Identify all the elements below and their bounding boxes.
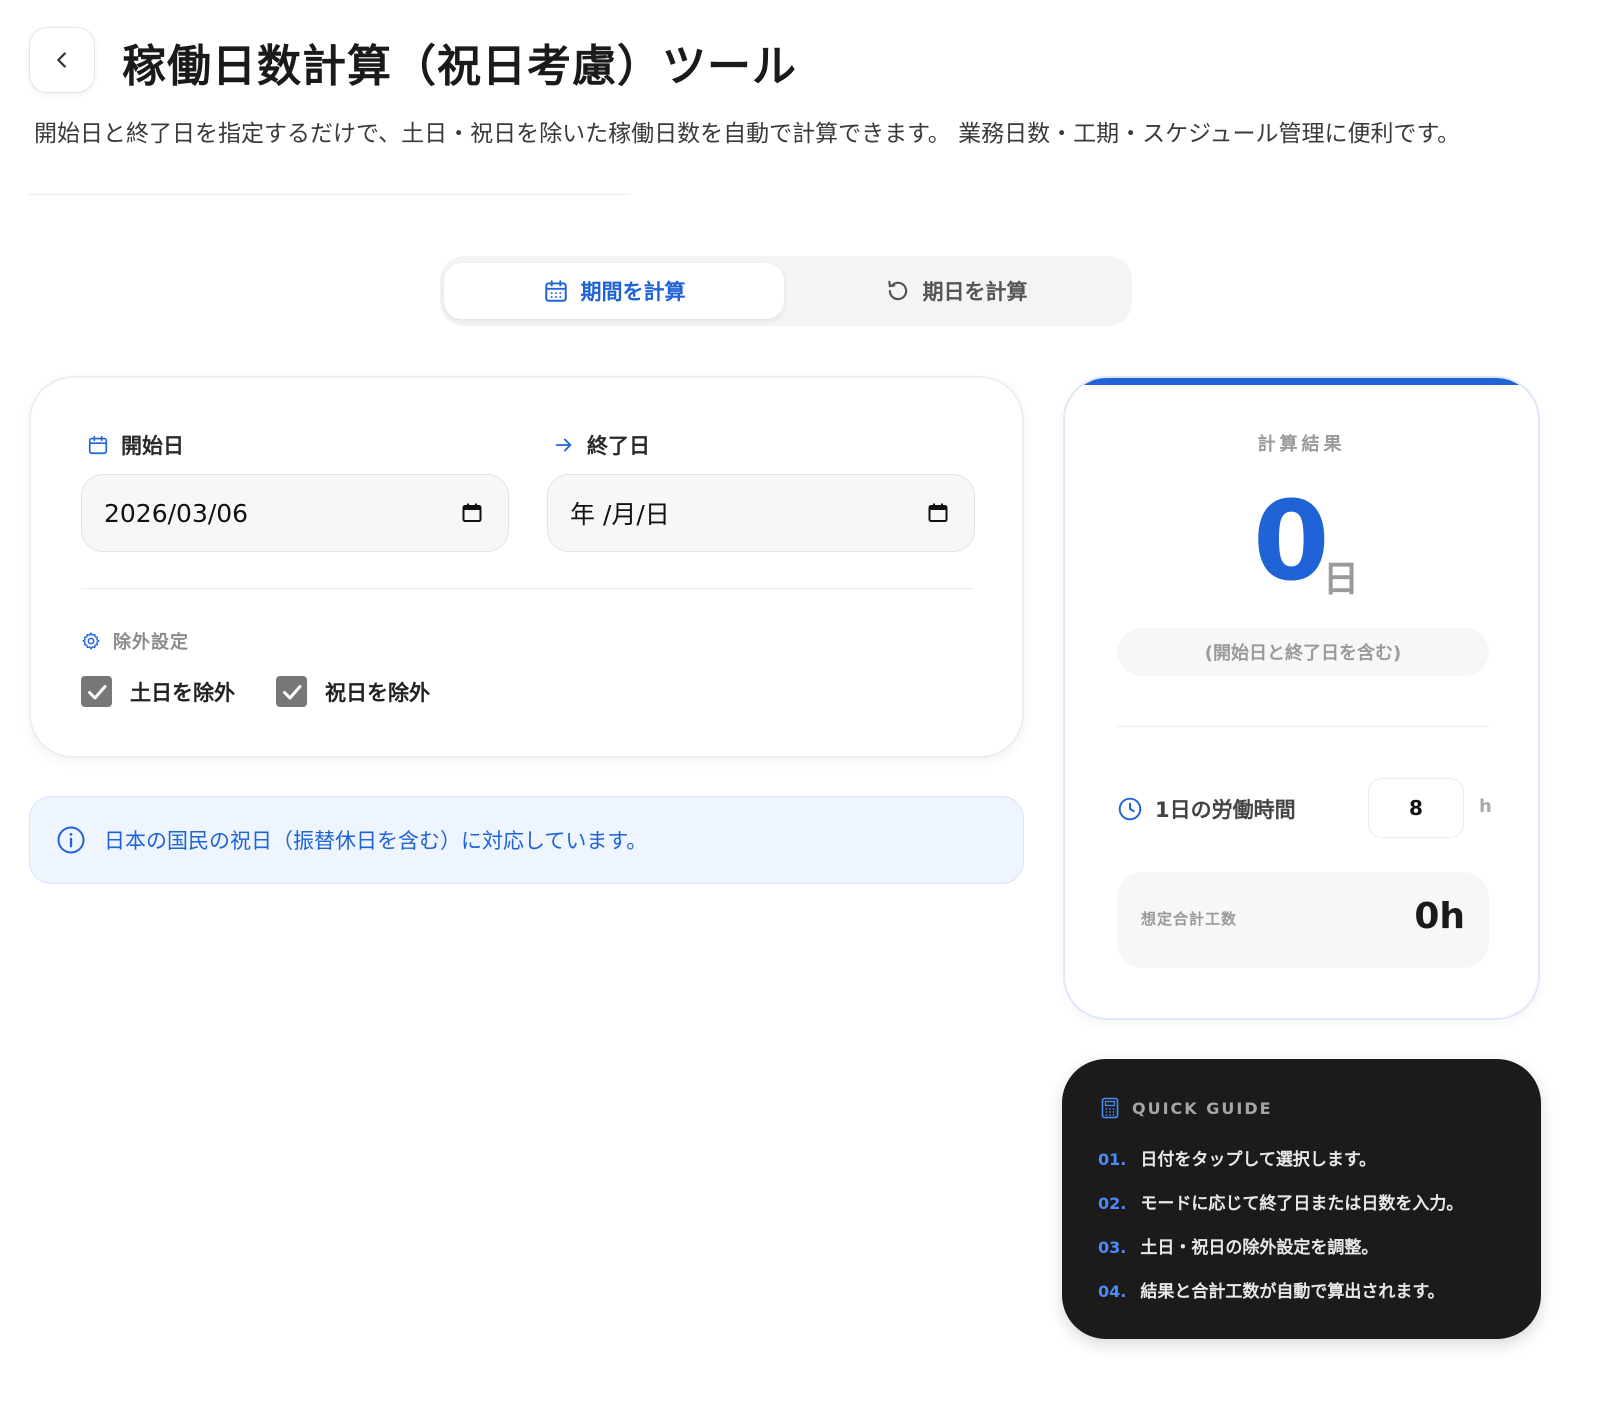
quick-guide-heading-text: QUICK GUIDE xyxy=(1132,1098,1273,1118)
guide-step-text: 土日・祝日の除外設定を調整。 xyxy=(1140,1238,1379,1258)
guide-step-number: 04. xyxy=(1098,1282,1127,1301)
end-date-label: 終了日 xyxy=(553,430,650,460)
guide-step: 02. モードに応じて終了日または日数を入力。 xyxy=(1098,1189,1463,1214)
exclude-holidays-checkbox[interactable] xyxy=(276,676,307,707)
info-icon xyxy=(57,826,85,854)
tab-period-label: 期間を計算 xyxy=(580,280,686,304)
check-icon xyxy=(87,684,106,699)
calculator-icon xyxy=(1101,1097,1119,1119)
header-divider xyxy=(28,194,630,195)
exclude-weekends-checkbox[interactable] xyxy=(81,676,112,707)
page-title: 稼働日数計算（祝日考慮）ツール xyxy=(122,41,797,92)
exclusion-settings-label: 除外設定 xyxy=(81,628,189,654)
work-hours-label-text: 1日の労働時間 xyxy=(1155,798,1296,822)
guide-step-text: モードに応じて終了日または日数を入力。 xyxy=(1140,1194,1464,1214)
end-date-value: 年 /月/日 xyxy=(570,500,670,529)
work-hours-label: 1日の労働時間 xyxy=(1117,794,1296,824)
total-effort-box: 想定合計工数 0h xyxy=(1117,872,1489,968)
arrow-right-icon xyxy=(555,438,572,452)
result-days-unit: 日 xyxy=(1323,559,1360,600)
calendar-picker-icon[interactable] xyxy=(460,501,484,525)
total-effort-value: 0h xyxy=(1414,896,1465,937)
quick-guide-heading: QUICK GUIDE xyxy=(1100,1097,1273,1119)
result-heading: 計算結果 xyxy=(1257,434,1346,455)
work-hours-unit: h xyxy=(1479,796,1492,817)
start-date-label: 開始日 xyxy=(87,430,184,460)
start-date-value: 2026/03/06 xyxy=(104,498,249,528)
tab-due-date[interactable]: 期日を計算 xyxy=(786,263,1126,319)
calendar-icon xyxy=(544,280,567,302)
exclusion-settings-text: 除外設定 xyxy=(113,632,189,653)
work-hours-row: 1日の労働時間 8 h xyxy=(1117,778,1492,838)
tab-period[interactable]: 期間を計算 xyxy=(444,263,784,319)
tab-due-date-label: 期日を計算 xyxy=(922,280,1028,304)
guide-step: 03. 土日・祝日の除外設定を調整。 xyxy=(1098,1233,1378,1258)
work-hours-input[interactable]: 8 xyxy=(1368,778,1464,838)
date-input-card: 開始日 2026/03/06 終了日 年 /月/日 除外設定 土日を除外 祝日を… xyxy=(29,376,1024,758)
exclude-weekends-option[interactable]: 土日を除外 xyxy=(81,676,235,707)
guide-step: 04. 結果と合計工数が自動で算出されます。 xyxy=(1098,1277,1445,1302)
exclude-weekends-label: 土日を除外 xyxy=(130,680,235,705)
exclude-holidays-label: 祝日を除外 xyxy=(325,680,430,705)
result-card: 計算結果 0 日 (開始日と終了日を含む) 1日の労働時間 8 h 想定合計工数… xyxy=(1063,376,1540,1020)
mode-tabs: 期間を計算 期日を計算 xyxy=(440,256,1132,326)
page-description: 開始日と終了日を指定するだけで、土日・祝日を除いた稼働日数を自動で計算できます。… xyxy=(34,121,1461,147)
result-inclusive-note: (開始日と終了日を含む) xyxy=(1117,628,1489,676)
exclude-holidays-option[interactable]: 祝日を除外 xyxy=(276,676,430,707)
guide-step: 01. 日付をタップして選択します。 xyxy=(1098,1145,1376,1170)
gear-icon xyxy=(82,632,100,650)
guide-step-text: 結果と合計工数が自動で算出されます。 xyxy=(1140,1282,1445,1302)
start-date-label-text: 開始日 xyxy=(121,434,184,458)
end-date-input[interactable]: 年 /月/日 xyxy=(547,474,975,552)
chevron-left-icon xyxy=(57,52,66,68)
guide-step-number: 02. xyxy=(1098,1194,1127,1213)
result-divider xyxy=(1117,726,1489,727)
back-button[interactable] xyxy=(29,27,95,93)
check-icon xyxy=(282,684,301,699)
refresh-icon xyxy=(887,280,907,301)
start-date-input[interactable]: 2026/03/06 xyxy=(81,474,509,552)
result-accent-bar xyxy=(1065,378,1538,385)
form-divider xyxy=(81,588,974,589)
quick-guide-card: QUICK GUIDE 01. 日付をタップして選択します。 02. モードに応… xyxy=(1062,1059,1541,1339)
holiday-info-text: 日本の国民の祝日（振替休日を含む）に対応しています。 xyxy=(104,829,648,853)
result-days-value: 0 xyxy=(1253,477,1330,605)
guide-step-number: 03. xyxy=(1098,1238,1127,1257)
end-date-label-text: 終了日 xyxy=(587,434,650,458)
total-effort-label: 想定合計工数 xyxy=(1141,910,1238,928)
holiday-info-box: 日本の国民の祝日（振替休日を含む）に対応しています。 xyxy=(29,796,1024,884)
calendar-icon xyxy=(88,435,108,455)
calendar-picker-icon[interactable] xyxy=(926,501,950,525)
guide-step-number: 01. xyxy=(1098,1150,1127,1169)
guide-step-text: 日付をタップして選択します。 xyxy=(1140,1150,1377,1170)
clock-icon xyxy=(1118,797,1142,821)
